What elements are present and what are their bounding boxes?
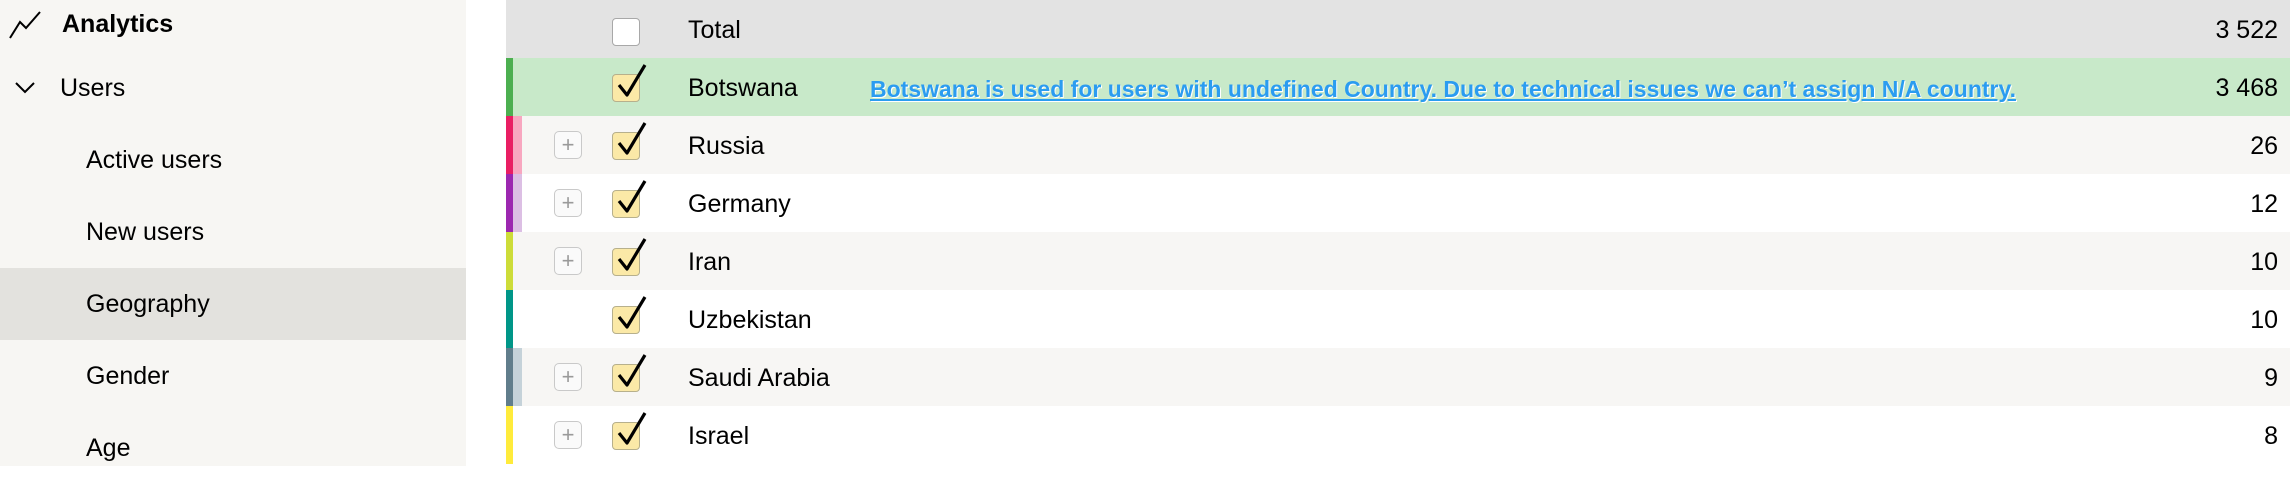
checkmark-icon bbox=[617, 180, 647, 213]
sidebar: Analytics Users Active users New users G… bbox=[0, 0, 466, 466]
series-color-bar bbox=[506, 290, 513, 348]
row-value: 3 468 bbox=[2215, 74, 2278, 102]
row-checkbox[interactable] bbox=[612, 354, 647, 392]
botswana-note-link[interactable]: Botswana is used for users with undefine… bbox=[870, 76, 2016, 103]
row-value: 8 bbox=[2264, 422, 2278, 450]
expand-button[interactable]: + bbox=[554, 131, 582, 159]
series-color-bar-light bbox=[513, 348, 522, 406]
checkmark-icon bbox=[617, 122, 647, 155]
table-row: + Saudi Arabia 9 bbox=[506, 348, 2290, 406]
row-value: 10 bbox=[2250, 306, 2278, 334]
checkmark-icon bbox=[617, 354, 647, 387]
table-row: + Russia 26 bbox=[506, 116, 2290, 174]
series-color-bar bbox=[506, 58, 513, 116]
sidebar-item-label: Active users bbox=[86, 145, 223, 174]
series-color-bar bbox=[506, 348, 513, 406]
row-checkbox[interactable] bbox=[612, 296, 647, 334]
table-row: + Israel 8 bbox=[506, 406, 2290, 464]
sidebar-item-label: Geography bbox=[86, 289, 210, 318]
series-color-bar bbox=[506, 232, 513, 290]
series-color-bar-light bbox=[513, 232, 522, 290]
sidebar-item-label: New users bbox=[86, 217, 205, 246]
checkmark-icon bbox=[617, 238, 647, 271]
chevron-down-icon bbox=[15, 82, 35, 94]
row-name: Germany bbox=[688, 190, 791, 218]
row-value: 26 bbox=[2250, 132, 2278, 160]
sidebar-item-label: Analytics bbox=[62, 9, 174, 38]
total-checkbox[interactable] bbox=[612, 18, 640, 46]
sidebar-item-active-users[interactable]: Active users bbox=[0, 124, 466, 196]
series-color-bar-light bbox=[513, 290, 522, 348]
row-value: 9 bbox=[2264, 364, 2278, 392]
row-name: Iran bbox=[688, 248, 732, 276]
row-name: Israel bbox=[688, 422, 750, 450]
sidebar-item-label: Users bbox=[60, 73, 126, 102]
row-checkbox[interactable] bbox=[612, 122, 647, 160]
expand-button[interactable]: + bbox=[554, 363, 582, 391]
row-value: 10 bbox=[2250, 248, 2278, 276]
row-name: Saudi Arabia bbox=[688, 364, 830, 392]
series-color-bar-light bbox=[513, 58, 522, 116]
row-value: 3 522 bbox=[2215, 16, 2278, 44]
checkmark-icon bbox=[617, 64, 647, 97]
table-row: + Germany 12 bbox=[506, 174, 2290, 232]
series-color-bar-light bbox=[513, 116, 522, 174]
series-color-bar bbox=[506, 174, 513, 232]
sidebar-item-geography[interactable]: Geography bbox=[0, 268, 466, 340]
row-name: Uzbekistan bbox=[688, 306, 812, 334]
table-row: + Iran 10 bbox=[506, 232, 2290, 290]
table-row: Botswana Botswana is used for users with … bbox=[506, 58, 2290, 116]
sidebar-item-analytics[interactable]: Analytics bbox=[0, 0, 466, 60]
expand-button[interactable]: + bbox=[554, 189, 582, 217]
row-name: Russia bbox=[688, 132, 765, 160]
series-color-bar bbox=[506, 116, 513, 174]
row-checkbox[interactable] bbox=[612, 180, 647, 218]
checkmark-icon bbox=[617, 296, 647, 329]
series-color-bar-light bbox=[513, 174, 522, 232]
sidebar-item-age[interactable]: Age bbox=[0, 412, 466, 484]
expand-button[interactable]: + bbox=[554, 247, 582, 275]
row-checkbox[interactable] bbox=[612, 412, 647, 450]
row-name: Total bbox=[688, 16, 741, 44]
sidebar-item-label: Age bbox=[86, 433, 131, 462]
row-name: Botswana bbox=[688, 74, 798, 102]
sidebar-item-users[interactable]: Users bbox=[0, 52, 466, 124]
sidebar-item-label: Gender bbox=[86, 361, 170, 390]
table-row: Uzbekistan 10 bbox=[506, 290, 2290, 348]
line-chart-icon bbox=[9, 11, 41, 39]
series-color-bar-light bbox=[513, 406, 522, 464]
row-checkbox[interactable] bbox=[612, 64, 647, 102]
sidebar-item-new-users[interactable]: New users bbox=[0, 196, 466, 268]
row-value: 12 bbox=[2250, 190, 2278, 218]
expand-button[interactable]: + bbox=[554, 421, 582, 449]
series-color-bar bbox=[506, 406, 513, 464]
table-row-total: Total 3 522 bbox=[506, 0, 2290, 58]
sidebar-item-gender[interactable]: Gender bbox=[0, 340, 466, 412]
geography-table: Total 3 522 Botswana Botswana is used for… bbox=[506, 0, 2290, 466]
checkmark-icon bbox=[617, 412, 647, 445]
row-checkbox[interactable] bbox=[612, 238, 647, 276]
